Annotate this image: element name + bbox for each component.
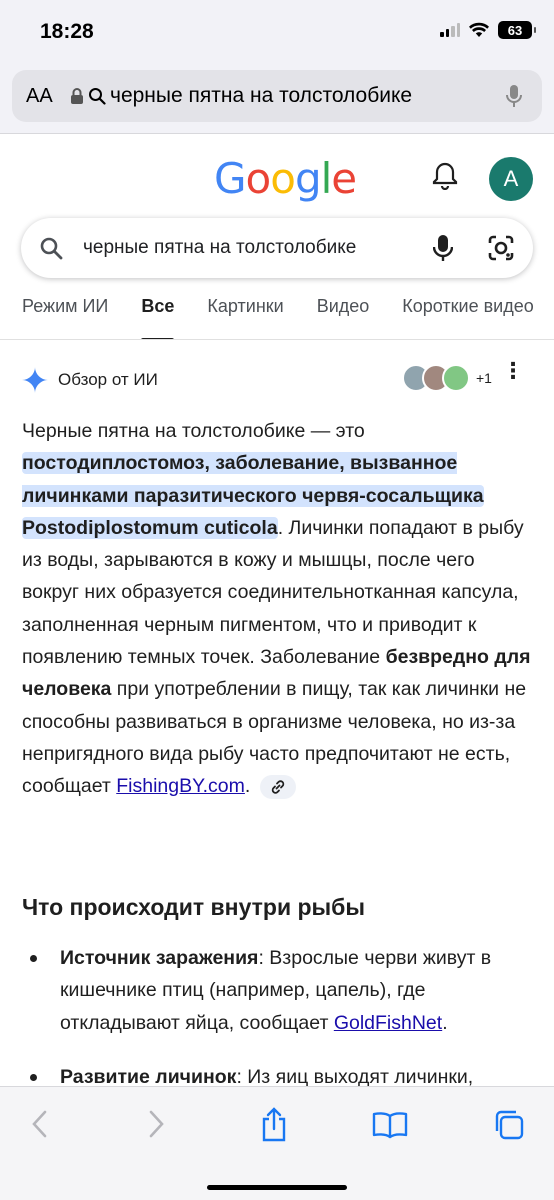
tab-images[interactable]: Картинки xyxy=(207,290,283,339)
bell-icon xyxy=(432,162,458,191)
bullet-text: : Из яиц выходят личинки, xyxy=(236,1065,474,1088)
bullet-bold: Источник заражения xyxy=(60,947,259,969)
source-favicon xyxy=(442,364,470,392)
google-lens-icon[interactable] xyxy=(487,234,515,262)
search-icon xyxy=(89,88,106,105)
status-bar: 18:28 63 xyxy=(0,0,554,62)
search-tabs: Режим ИИ Все Картинки Видео Короткие вид… xyxy=(0,290,554,340)
notifications-button[interactable] xyxy=(432,162,458,195)
microphone-icon[interactable] xyxy=(433,234,453,262)
citation-link-button[interactable] xyxy=(259,775,296,800)
address-field[interactable]: черные пятна на толстолобике xyxy=(70,84,500,108)
source-link-fishingby[interactable]: FishingBY.com xyxy=(116,775,245,797)
status-indicators: 63 xyxy=(440,21,536,39)
microphone-icon xyxy=(506,85,522,107)
address-text: черные пятна на толстолобике xyxy=(110,84,413,107)
voice-search-button[interactable] xyxy=(500,84,528,108)
google-logo-letter: o xyxy=(270,154,296,203)
section-heading: Что происходит внутри рыбы xyxy=(22,894,366,920)
more-options-icon[interactable]: ⋮ xyxy=(502,360,524,382)
ai-text-highlight: постодиплостомоз, заболевание, вызванное… xyxy=(22,452,484,507)
search-icon xyxy=(40,237,63,260)
google-logo-letter: l xyxy=(320,154,333,203)
tab-all[interactable]: Все xyxy=(141,290,175,339)
bullet-bold: Развитие личинок xyxy=(60,1065,237,1088)
reader-aa-button[interactable]: AA xyxy=(26,85,70,108)
lock-icon xyxy=(71,88,83,104)
home-indicator xyxy=(207,1185,347,1190)
bullet-tail: . xyxy=(442,1011,448,1034)
ai-text-highlight-latin: Postodiplostomum cuticola xyxy=(22,516,278,539)
status-time: 18:28 xyxy=(40,20,94,43)
google-header: Google A xyxy=(0,134,554,216)
google-logo-letter: e xyxy=(331,154,357,203)
battery-icon: 63 xyxy=(498,21,536,39)
search-box[interactable]: черные пятна на толстолобике xyxy=(21,218,533,278)
ai-overview-title: Обзор от ИИ xyxy=(58,370,158,389)
ai-text-dot: . xyxy=(244,775,251,798)
cellular-signal-icon xyxy=(440,23,460,37)
search-input[interactable]: черные пятна на толстолобике xyxy=(83,237,423,259)
list-item: Источник заражения: Взрослые черви живут… xyxy=(22,942,534,1039)
ai-overview-header: Обзор от ИИ +1 ⋮ xyxy=(22,360,532,398)
google-logo-letter: o xyxy=(245,154,272,203)
forward-arrow-icon[interactable] xyxy=(148,1109,166,1139)
google-logo-letter: g xyxy=(294,154,322,203)
source-favicons[interactable]: +1 xyxy=(402,364,492,392)
google-logo-letter: G xyxy=(214,154,247,203)
link-icon xyxy=(271,780,284,794)
share-icon[interactable] xyxy=(259,1107,289,1143)
tab-ai-mode[interactable]: Режим ИИ xyxy=(22,290,108,339)
avatar[interactable]: A xyxy=(489,157,533,201)
google-logo[interactable]: Google xyxy=(214,154,357,203)
bookmarks-icon[interactable] xyxy=(372,1111,408,1139)
address-bar[interactable]: AA черные пятна на толстолобике xyxy=(12,70,542,122)
tab-short-videos[interactable]: Короткие видео xyxy=(402,290,533,339)
safari-toolbar xyxy=(0,1086,554,1200)
source-link-goldfishnet[interactable]: GoldFishNet xyxy=(334,1012,442,1034)
back-arrow-icon[interactable] xyxy=(30,1109,48,1139)
ai-overview-text: Черные пятна на толстолобике — это посто… xyxy=(22,415,534,803)
tabs-icon[interactable] xyxy=(493,1109,525,1141)
safari-address-area: AA черные пятна на толстолобике xyxy=(0,62,554,134)
gemini-sparkle-icon xyxy=(22,367,48,393)
ai-text-intro: Черные пятна на толстолобике — это xyxy=(22,420,365,442)
wifi-icon xyxy=(469,22,489,37)
more-sources-count: +1 xyxy=(476,370,492,386)
tab-videos[interactable]: Видео xyxy=(317,290,370,339)
